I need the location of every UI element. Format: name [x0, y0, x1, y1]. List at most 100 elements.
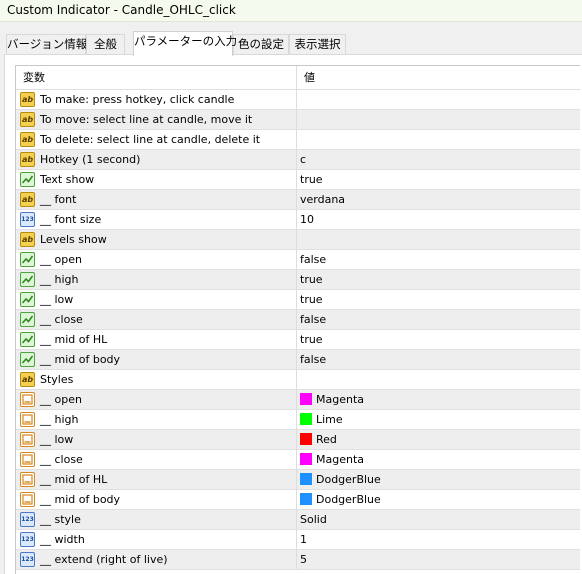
- parameter-value-cell[interactable]: true: [300, 270, 323, 289]
- parameter-row[interactable]: __ mid of body DodgerBlue: [16, 490, 580, 510]
- parameter-row[interactable]: ab To move: select line at candle, move i…: [16, 110, 580, 130]
- parameter-value: false: [300, 253, 327, 266]
- parameter-value-cell[interactable]: Lime: [300, 410, 343, 429]
- parameter-row[interactable]: ab __ font verdana: [16, 190, 580, 210]
- parameter-name: __ low: [40, 293, 74, 306]
- parameter-name: __ high: [40, 273, 79, 286]
- parameter-name-cell: ab To move: select line at candle, move i…: [16, 110, 297, 129]
- parameter-row[interactable]: __ low Red: [16, 430, 580, 450]
- string-type-icon: ab: [20, 112, 35, 127]
- parameter-value: Lime: [316, 413, 343, 426]
- parameter-value: 1: [300, 533, 307, 546]
- parameter-name-cell: ab To delete: select line at candle, dele…: [16, 130, 297, 149]
- parameter-name: __ font: [40, 193, 77, 206]
- parameter-name-cell: __ close: [16, 310, 297, 329]
- parameter-value-cell[interactable]: Red: [300, 430, 337, 449]
- parameter-row[interactable]: ab Styles: [16, 370, 580, 390]
- parameter-value: true: [300, 273, 323, 286]
- parameter-name-cell: 123 __ font size: [16, 210, 297, 229]
- header-variable[interactable]: 変数: [16, 66, 297, 89]
- parameter-value-cell[interactable]: DodgerBlue: [300, 470, 381, 489]
- parameter-name-cell: __ mid of body: [16, 490, 297, 509]
- parameter-name-cell: ab To make: press hotkey, click candle: [16, 90, 297, 109]
- parameter-name: Levels show: [40, 233, 107, 246]
- parameter-value-cell[interactable]: DodgerBlue: [300, 490, 381, 509]
- parameter-value-cell[interactable]: true: [300, 170, 323, 189]
- parameter-row[interactable]: __ high Lime: [16, 410, 580, 430]
- parameter-row[interactable]: __ mid of body false: [16, 350, 580, 370]
- parameter-name-cell: 123 __ extend (right of live): [16, 550, 297, 569]
- color-type-icon: [20, 412, 35, 427]
- parameter-name-cell: ab Hotkey (1 second): [16, 150, 297, 169]
- parameter-name-cell: ab Styles: [16, 370, 297, 389]
- parameter-name: __ extend (right of live): [40, 553, 168, 566]
- parameter-value-cell[interactable]: false: [300, 350, 326, 369]
- boolean-type-icon: [20, 252, 35, 267]
- string-type-icon: ab: [20, 132, 35, 147]
- parameter-value-cell[interactable]: c: [300, 150, 306, 169]
- parameter-row[interactable]: __ open false: [16, 250, 580, 270]
- parameter-value: false: [300, 353, 327, 366]
- parameter-value: false: [300, 313, 327, 326]
- parameter-value-cell[interactable]: 10: [300, 210, 314, 229]
- parameter-name: __ mid of body: [40, 353, 121, 366]
- parameter-name-cell: __ mid of body: [16, 350, 297, 369]
- tab-parameters[interactable]: パラメーターの入力: [133, 31, 237, 56]
- parameter-value: Magenta: [316, 453, 365, 466]
- parameter-row[interactable]: __ low true: [16, 290, 580, 310]
- boolean-type-icon: [20, 272, 35, 287]
- parameter-row[interactable]: __ high true: [16, 270, 580, 290]
- parameter-row[interactable]: ab To delete: select line at candle, dele…: [16, 130, 580, 150]
- number-type-icon: 123: [20, 552, 35, 567]
- tab-version-info[interactable]: バージョン情報: [6, 34, 87, 55]
- tab-visualization[interactable]: 表示選択: [289, 34, 346, 55]
- parameter-row[interactable]: ab To make: press hotkey, click candle: [16, 90, 580, 110]
- parameter-row[interactable]: 123 __ font size 10: [16, 210, 580, 230]
- string-type-icon: ab: [20, 152, 35, 167]
- parameter-value-cell[interactable]: verdana: [300, 190, 345, 209]
- parameter-name: __ close: [40, 453, 83, 466]
- parameter-value-cell[interactable]: 5: [300, 550, 307, 569]
- parameter-name-cell: __ low: [16, 290, 297, 309]
- parameter-value: c: [300, 153, 307, 166]
- parameter-row[interactable]: 123 __ width 1: [16, 530, 580, 550]
- parameter-value-cell[interactable]: true: [300, 330, 323, 349]
- parameter-row[interactable]: Text show true: [16, 170, 580, 190]
- parameter-row[interactable]: __ close Magenta: [16, 450, 580, 470]
- parameter-row[interactable]: __ mid of HL DodgerBlue: [16, 470, 580, 490]
- parameter-row[interactable]: 123 __ style Solid: [16, 510, 580, 530]
- parameter-row[interactable]: 123 __ extend (right of live) 5: [16, 550, 580, 570]
- parameter-value-cell[interactable]: false: [300, 310, 326, 329]
- parameter-row[interactable]: ab Hotkey (1 second) c: [16, 150, 580, 170]
- header-value[interactable]: 値: [304, 66, 315, 85]
- tab-colors[interactable]: 色の設定: [233, 34, 289, 55]
- parameter-value-cell[interactable]: Magenta: [300, 450, 364, 469]
- parameter-name: __ font size: [40, 213, 102, 226]
- parameter-row[interactable]: __ open Magenta: [16, 390, 580, 410]
- string-type-icon: ab: [20, 192, 35, 207]
- parameter-value-cell[interactable]: Solid: [300, 510, 327, 529]
- parameter-row[interactable]: __ close false: [16, 310, 580, 330]
- color-type-icon: [20, 472, 35, 487]
- parameter-name: __ close: [40, 313, 83, 326]
- parameter-row[interactable]: ab Levels show: [16, 230, 580, 250]
- tab-general[interactable]: 全般: [86, 34, 125, 55]
- parameter-value: Solid: [300, 513, 327, 526]
- parameter-row[interactable]: __ mid of HL true: [16, 330, 580, 350]
- number-type-icon: 123: [20, 512, 35, 527]
- parameter-value-cell[interactable]: false: [300, 250, 326, 269]
- tab-bar: バージョン情報 全般 パラメーターの入力 色の設定 表示選択: [0, 31, 582, 56]
- parameter-value-cell[interactable]: 1: [300, 530, 307, 549]
- parameter-value: 10: [300, 213, 314, 226]
- parameter-name-cell: __ high: [16, 270, 297, 289]
- parameter-name-cell: Text show: [16, 170, 297, 189]
- parameter-value-cell[interactable]: Magenta: [300, 390, 364, 409]
- parameter-name: __ high: [40, 413, 79, 426]
- color-swatch: [300, 433, 312, 445]
- parameter-name: __ open: [40, 393, 82, 406]
- parameter-name-cell: 123 __ style: [16, 510, 297, 529]
- boolean-type-icon: [20, 292, 35, 307]
- parameter-name: Styles: [40, 373, 74, 386]
- parameter-value-cell[interactable]: true: [300, 290, 323, 309]
- grid-header: 変数 値: [16, 66, 580, 90]
